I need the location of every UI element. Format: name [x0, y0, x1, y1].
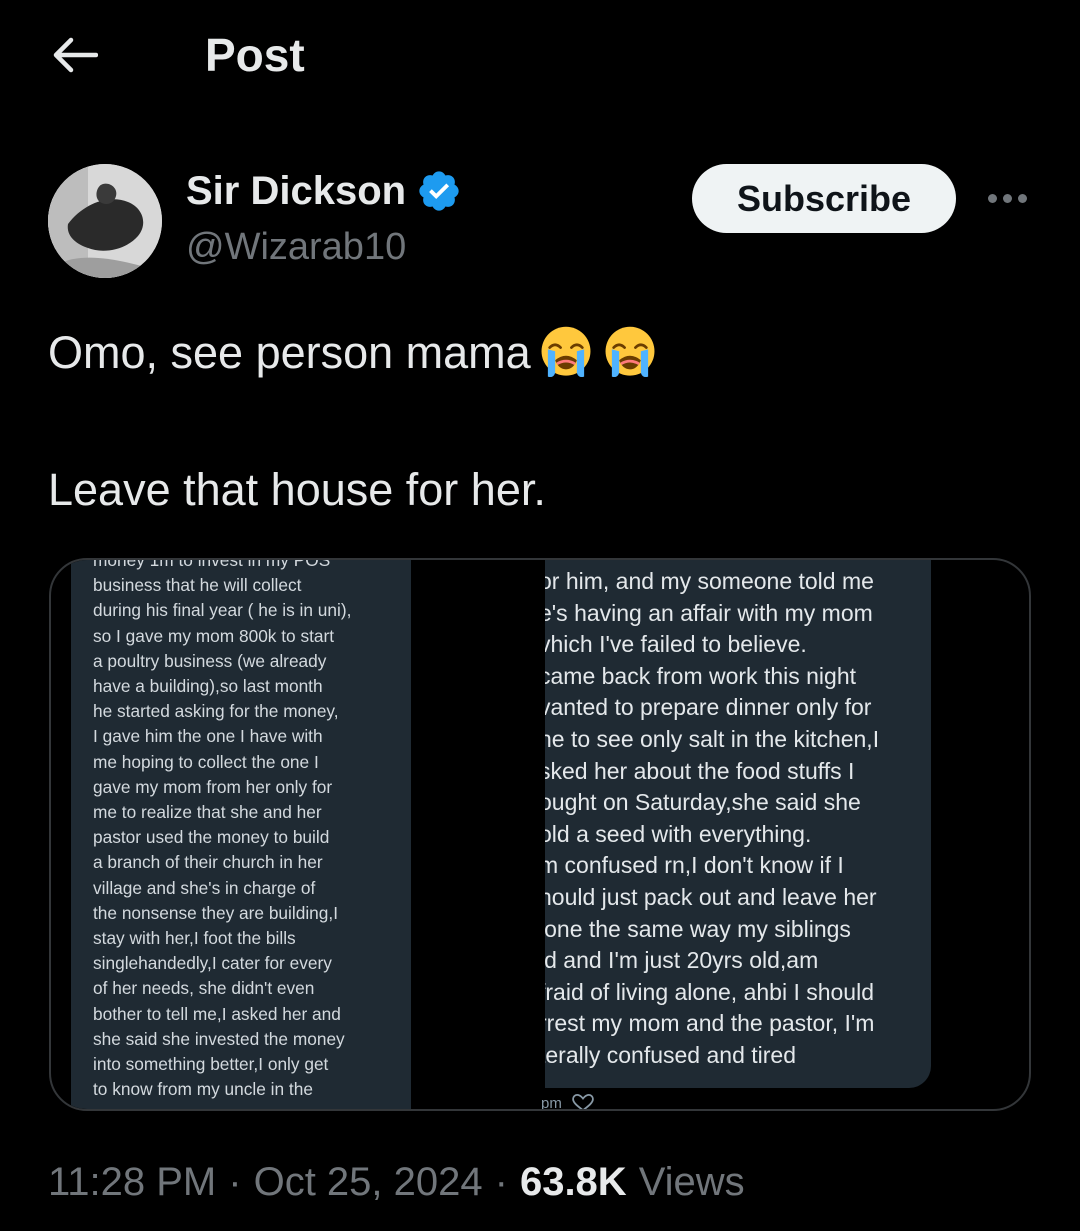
- message-line: gave my mom from her only for: [93, 776, 333, 797]
- tweet-text-line-1: Omo, see person mama: [48, 324, 659, 382]
- top-bar: Post: [0, 0, 1080, 110]
- tweet-text: Omo, see person mama: [48, 327, 531, 378]
- screenshot-left: money 1m to invest in my POS business th…: [71, 560, 411, 1109]
- screenshot-right: or him, and my someone told me e's havin…: [545, 560, 931, 1088]
- screenshot-right-meta: pm: [541, 1094, 594, 1111]
- message-line: pastor used the money to build: [93, 827, 330, 848]
- views-label: Views: [638, 1160, 745, 1204]
- message-line: so I gave my mom 800k to start: [93, 625, 335, 646]
- message-line: ne to see only salt in the kitchen,I: [545, 725, 880, 752]
- views-count: 63.8K: [519, 1160, 627, 1204]
- message-line: e's having an affair with my mom: [545, 599, 873, 626]
- message-line: to know from my uncle in the: [93, 1079, 313, 1100]
- message-line: I gave him the one I have with: [93, 726, 323, 747]
- tweet-media[interactable]: money 1m to invest in my POS business th…: [49, 558, 1031, 1111]
- message-line: during his final year ( he is in uni),: [93, 600, 352, 621]
- tweet-time[interactable]: 11:28 PM: [48, 1160, 216, 1205]
- message-line: of her needs, she didn't even: [93, 978, 315, 999]
- message-line: sked her about the food stuffs I: [545, 757, 855, 784]
- back-button[interactable]: [50, 30, 100, 80]
- author-handle[interactable]: @Wizarab10: [186, 226, 406, 269]
- heart-icon: [572, 1094, 594, 1109]
- author-name-text: Sir Dickson: [186, 168, 407, 213]
- message-line: or him, and my someone told me: [545, 568, 874, 594]
- message-line: came back from work this night: [545, 662, 857, 689]
- message-line: she said she invested the money: [93, 1028, 345, 1049]
- message-line: singlehandedly,I cater for every: [93, 953, 332, 974]
- avatar-image: [48, 164, 162, 278]
- message-line: rrest my mom and the pastor, I'm: [545, 1010, 875, 1037]
- message-line: ought on Saturday,she said she: [545, 789, 861, 816]
- screenshot-left-message: money 1m to invest in my POS business th…: [93, 560, 393, 1102]
- message-line: vhich I've failed to believe.: [545, 631, 807, 658]
- arrow-left-icon: [53, 37, 98, 73]
- message-line: stay with her,I foot the bills: [93, 928, 296, 949]
- more-options-button[interactable]: [984, 180, 1030, 216]
- message-line: terally confused and tired: [545, 1041, 796, 1068]
- message-line: have a building),so last month: [93, 676, 323, 697]
- message-line: hould just pack out and leave her: [545, 883, 877, 910]
- avatar[interactable]: [48, 164, 162, 278]
- page-title: Post: [205, 29, 305, 81]
- message-line: money 1m to invest in my POS: [93, 560, 331, 570]
- message-line: lone the same way my siblings: [545, 915, 851, 942]
- more-horizontal-icon: [987, 193, 997, 203]
- message-line: business that he will collect: [93, 575, 302, 596]
- message-line: vanted to prepare dinner only for: [545, 694, 872, 721]
- message-line: a branch of their church in her: [93, 852, 323, 873]
- message-line: bother to tell me,I asked her and: [93, 1003, 341, 1024]
- message-line: old a seed with everything.: [545, 820, 812, 847]
- tweet-meta: 11:28 PM · Oct 25, 2024 · 63.8K Views: [48, 1160, 745, 1205]
- message-line: fraid of living alone, ahbi I should: [545, 978, 874, 1005]
- author-name[interactable]: Sir Dickson: [186, 168, 462, 214]
- screenshot-right-message: or him, and my someone told me e's havin…: [545, 566, 931, 1072]
- tweet-text-line-2: Leave that house for her.: [48, 464, 546, 515]
- message-line: me to realize that she and her: [93, 802, 322, 823]
- message-line: a poultry business (we already: [93, 650, 327, 671]
- message-time: pm: [541, 1094, 562, 1111]
- tweet-date[interactable]: Oct 25, 2024: [254, 1160, 483, 1205]
- message-line: id and I'm just 20yrs old,am: [545, 947, 819, 974]
- meta-separator: ·: [228, 1160, 242, 1204]
- subscribe-button[interactable]: Subscribe: [692, 164, 956, 233]
- message-line: into something better,I only get: [93, 1054, 329, 1075]
- message-line: m confused rn,I don't know if I: [545, 852, 844, 879]
- message-line: the nonsense they are building,I: [93, 902, 338, 923]
- message-line: village and she's in charge of: [93, 877, 316, 898]
- message-line: he started asking for the money,: [93, 701, 339, 722]
- loudly-crying-face-emoji: [541, 326, 591, 378]
- message-line: me hoping to collect the one I: [93, 751, 319, 772]
- loudly-crying-face-emoji: [605, 326, 655, 378]
- meta-separator: ·: [494, 1160, 508, 1204]
- verified-badge-icon: [419, 171, 459, 211]
